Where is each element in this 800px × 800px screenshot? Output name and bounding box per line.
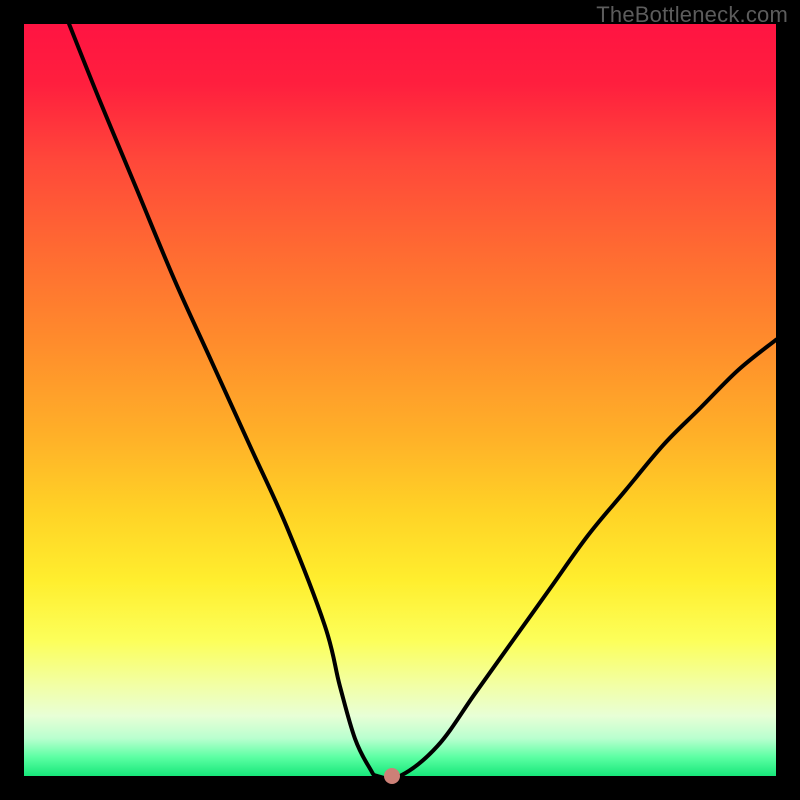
curve-path bbox=[69, 24, 776, 776]
bottleneck-curve bbox=[24, 24, 776, 776]
optimum-marker bbox=[384, 768, 400, 784]
chart-frame: TheBottleneck.com bbox=[0, 0, 800, 800]
watermark-label: TheBottleneck.com bbox=[596, 2, 788, 28]
chart-plot-area bbox=[24, 24, 776, 776]
